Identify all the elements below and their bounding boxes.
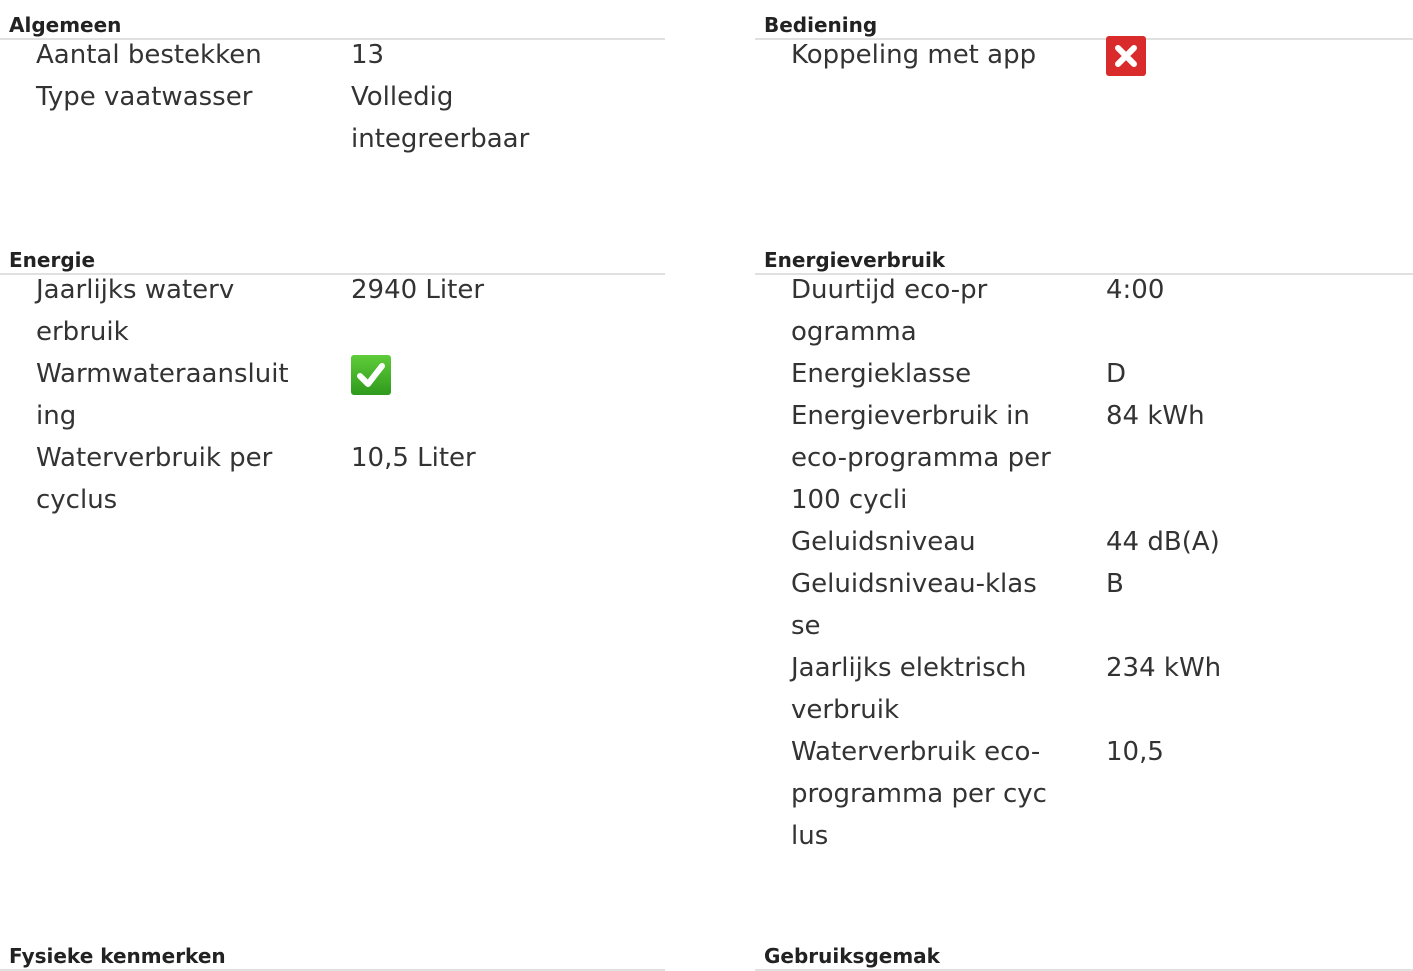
- spec-value: [351, 353, 651, 408]
- spec-label: Energieklasse: [791, 359, 972, 389]
- section-gebruiksgemak: Gebruiksgemak: [755, 943, 1413, 971]
- spec-value: 44 dB(A): [1106, 527, 1220, 557]
- spec-row: Energieverbruik in eco-programma per 100…: [755, 395, 1413, 521]
- spec-value: Volledig integreerbaar: [351, 82, 530, 154]
- spec-label: Geluidsniveau: [791, 527, 976, 557]
- spec-label: Duurtijd eco-programma: [791, 275, 988, 347]
- section-energieverbruik: Energieverbruik Duurtijd eco-programma 4…: [755, 247, 1413, 851]
- checkmark-icon: [351, 355, 391, 395]
- spec-label: Waterverbruik eco-programma per cyclus: [791, 737, 1047, 851]
- spec-row: Geluidsniveau-klasse B: [755, 563, 1413, 647]
- spec-value: 4:00: [1106, 275, 1165, 305]
- spec-row: Koppeling met app: [755, 34, 1413, 76]
- spec-value: 10,5 Liter: [351, 443, 476, 473]
- spec-row: Warmwateraansluiting: [0, 353, 665, 437]
- spec-value: D: [1106, 359, 1127, 389]
- section-bediening: Bediening Koppeling met app: [755, 12, 1413, 76]
- spec-label: Energieverbruik in eco-programma per 100…: [791, 401, 1051, 515]
- spec-label: Warmwateraansluiting: [36, 359, 289, 431]
- spec-row: Jaarlijks waterverbruik 2940 Liter: [0, 269, 665, 353]
- spec-label: Jaarlijks waterverbruik: [36, 275, 235, 347]
- section-title-fysieke-kenmerken: Fysieke kenmerken: [0, 943, 665, 971]
- spec-label: Jaarlijks elektrisch verbruik: [791, 653, 1027, 725]
- section-algemeen: Algemeen Aantal bestekken 13 Type vaatwa…: [0, 12, 665, 154]
- spec-label: Waterverbruik per cyclus: [36, 443, 273, 515]
- spec-value: 13: [351, 40, 385, 70]
- spec-value: 2940 Liter: [351, 275, 485, 305]
- spec-row: Type vaatwasser Volledig integreerbaar: [0, 76, 665, 160]
- spec-value: 84 kWh: [1106, 401, 1205, 431]
- spec-row: Waterverbruik eco-programma per cyclus 1…: [755, 731, 1413, 857]
- spec-value: B: [1106, 569, 1124, 599]
- spec-label: Geluidsniveau-klasse: [791, 569, 1037, 641]
- spec-value: 234 kWh: [1106, 653, 1222, 683]
- cross-icon: [1106, 36, 1146, 76]
- spec-row: Jaarlijks elektrisch verbruik 234 kWh: [755, 647, 1413, 731]
- spec-row: Energieklasse D: [755, 353, 1413, 395]
- spec-label: Koppeling met app: [791, 40, 1037, 70]
- spec-label: Aantal bestekken: [36, 40, 262, 70]
- spec-row: Geluidsniveau 44 dB(A): [755, 521, 1413, 563]
- spec-label: Type vaatwasser: [36, 82, 253, 112]
- spec-row: Waterverbruik per cyclus 10,5 Liter: [0, 437, 665, 521]
- section-energie: Energie Jaarlijks waterverbruik 2940 Lit…: [0, 247, 665, 515]
- section-fysieke-kenmerken: Fysieke kenmerken: [0, 943, 665, 971]
- spec-row: Duurtijd eco-programma 4:00: [755, 269, 1413, 353]
- section-title-gebruiksgemak: Gebruiksgemak: [755, 943, 1413, 971]
- spec-value: [1106, 34, 1406, 89]
- spec-value: 10,5: [1106, 737, 1164, 767]
- spec-row: Aantal bestekken 13: [0, 34, 665, 76]
